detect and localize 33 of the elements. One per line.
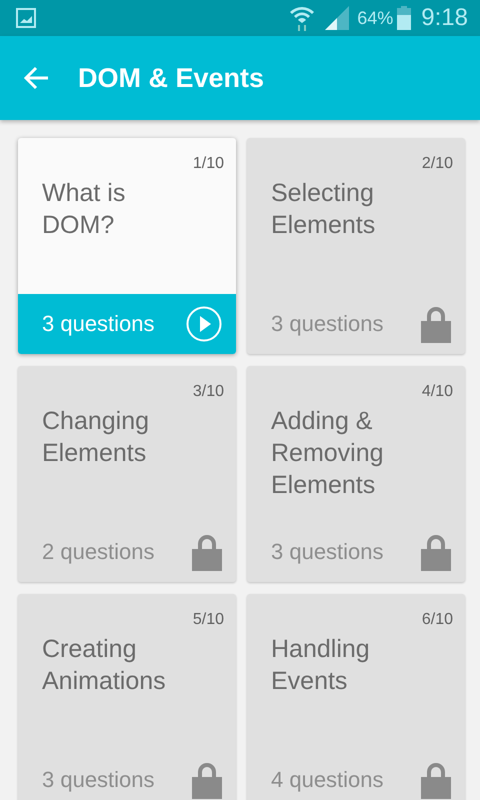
question-count: 2 questions [42,539,155,565]
lesson-number: 6/10 [422,611,453,629]
lesson-number: 3/10 [192,383,224,401]
lesson-card[interactable]: 6/10 Handling Events 4 questions [247,594,465,800]
lesson-card[interactable]: 1/10 What is DOM? 3 questions [18,138,236,354]
question-count: 3 questions [271,311,384,337]
lesson-title: Adding & Removing Elements [271,406,385,501]
question-count: 3 questions [271,539,384,565]
screen-title: DOM & Events [78,62,264,94]
wifi-icon [289,5,316,31]
lesson-card[interactable]: 2/10 Selecting Elements 3 questions [247,138,465,354]
clock-time: 9:18 [421,4,468,32]
lesson-title: What is DOM? [42,178,126,241]
question-count: 4 questions [271,767,384,793]
signal-icon [325,6,350,30]
back-arrow-icon[interactable] [22,64,50,92]
image-icon [16,8,36,28]
lesson-title: Selecting Elements [271,178,376,241]
question-count: 3 questions [42,311,155,337]
lesson-card[interactable]: 3/10 Changing Elements 2 questions [18,366,236,582]
lesson-title: Handling Events [271,634,371,697]
lesson-title: Changing Elements [42,406,150,469]
lesson-number: 2/10 [422,155,453,173]
lesson-number: 1/10 [192,155,224,173]
battery-percent: 64% [357,8,394,28]
lesson-number: 4/10 [422,383,453,401]
lesson-title: Creating Animations [42,634,167,697]
battery-icon [397,6,412,30]
question-count: 3 questions [42,767,155,793]
lesson-card[interactable]: 4/10 Adding & Removing Elements 3 questions [247,366,465,582]
lesson-number: 5/10 [192,611,224,629]
lesson-card[interactable]: 5/10 Creating Animations 3 questions [18,594,236,800]
play-button[interactable] [186,306,222,342]
